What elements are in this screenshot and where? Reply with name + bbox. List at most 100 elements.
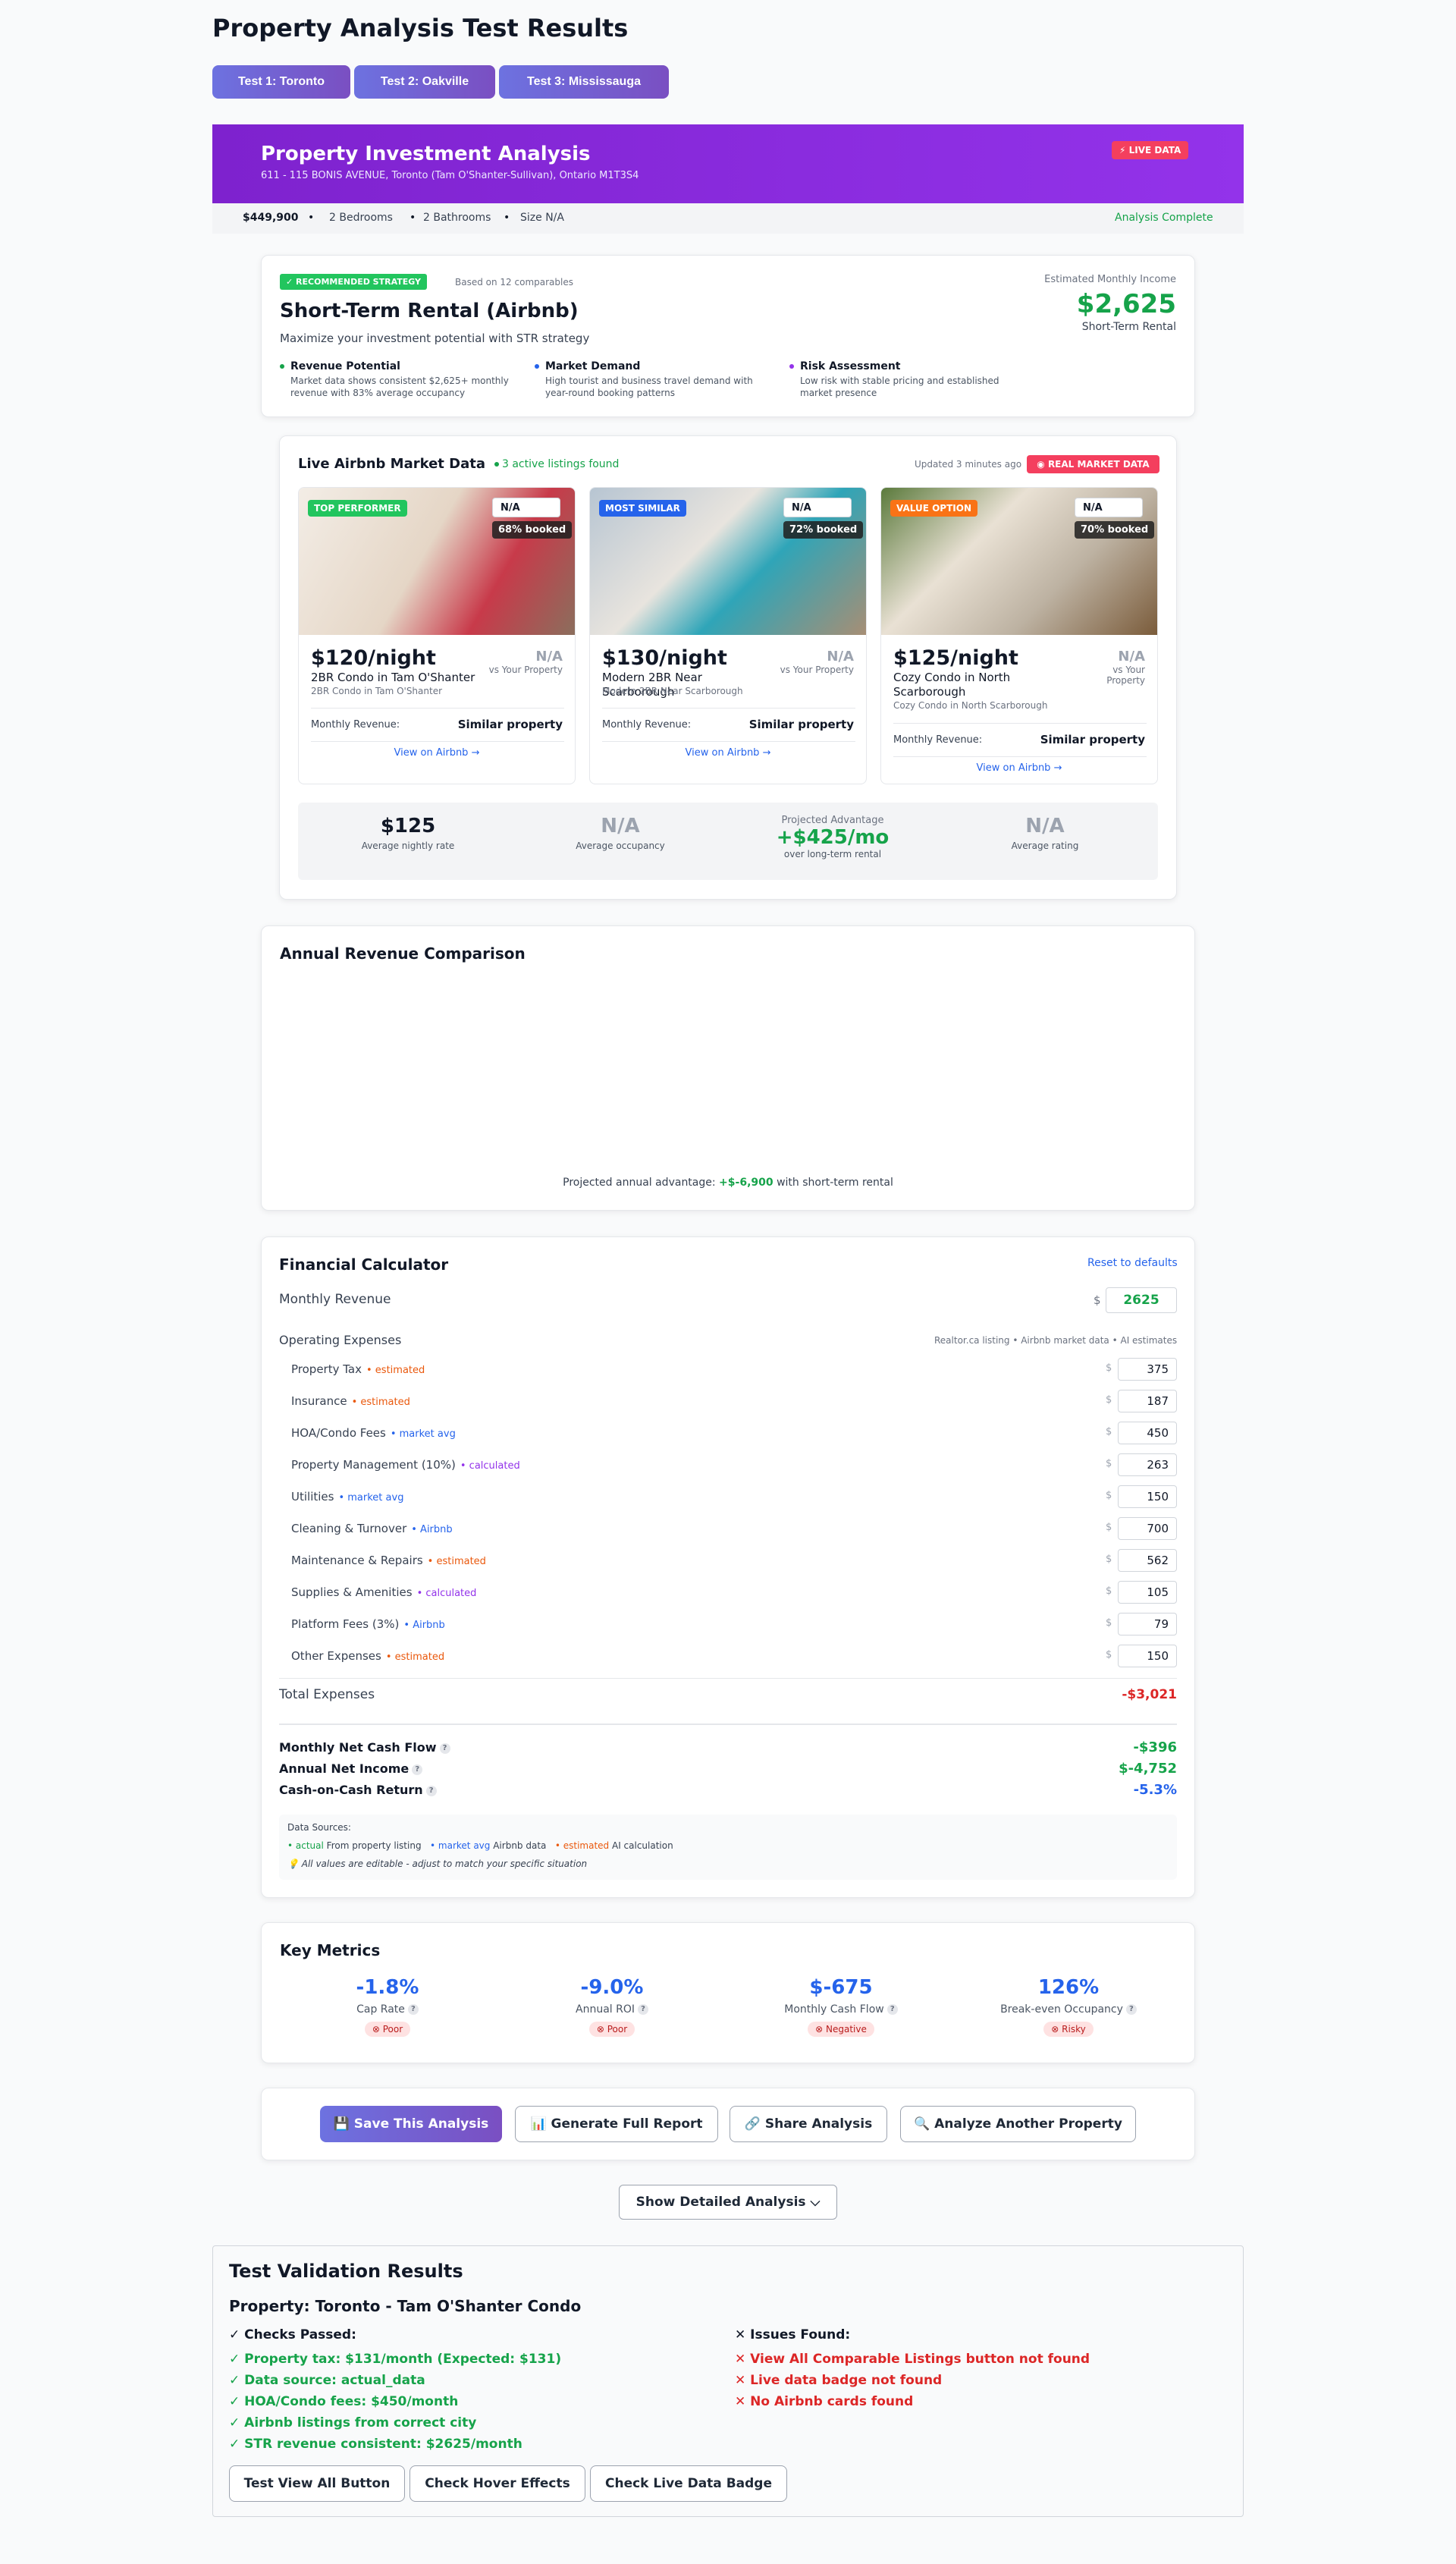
help-icon[interactable]: ? [638,2004,648,2015]
expense-row: Property Management (10%) • calculated $ [291,1453,1177,1476]
income-label: Estimated Monthly Income [1044,274,1176,285]
live-data-badge: ⚡ LIVE DATA [1112,141,1189,159]
strategy-card: ✓ RECOMMENDED STRATEGY Based on 12 compa… [261,255,1195,417]
reset-defaults-link[interactable]: Reset to defaults [1087,1257,1178,1269]
listing-price: $125/night [893,646,1018,670]
checks-passed-title: ✓ Checks Passed: [229,2327,356,2342]
check-hover-button[interactable]: Check Hover Effects [410,2465,585,2502]
listing-price: $120/night [311,646,436,670]
help-icon[interactable]: ? [425,1785,437,1796]
metric-break-even: 126% Break-even Occupancy? ⊗ Risky [970,1976,1167,2037]
expense-input[interactable] [1118,1517,1177,1540]
view-on-airbnb-link[interactable]: View on Airbnb → [590,742,866,765]
expense-label: Utilities • market avg [291,1490,404,1504]
check-live-badge-button[interactable]: Check Live Data Badge [590,2465,787,2502]
summary-price: $449,900 [243,212,299,224]
metrics-title: Key Metrics [280,1941,381,1959]
status-dot-icon [494,462,499,467]
expense-input[interactable] [1118,1613,1177,1635]
expense-label: Other Expenses • estimated [291,1649,445,1663]
listing-subtitle: 2BR Condo in Tam O'Shanter [311,686,443,696]
listing-price: $130/night [602,646,727,670]
issue-item: ✕ View All Comparable Listings button no… [735,2352,1090,2367]
issue-item: ✕ No Airbnb cards found [735,2394,914,2409]
expense-label: Property Tax • estimated [291,1362,425,1376]
listing-card[interactable]: TOP PERFORMER N/A 68% booked $120/night … [298,487,576,784]
tab-test-2[interactable]: Test 2: Oakville [354,65,495,99]
expense-input[interactable] [1118,1581,1177,1604]
check-item: ✓ Property tax: $131/month (Expected: $1… [229,2352,562,2367]
view-on-airbnb-link[interactable]: View on Airbnb → [881,757,1157,780]
help-icon[interactable]: ? [1125,2004,1137,2015]
view-on-airbnb-link[interactable]: View on Airbnb → [299,742,575,765]
generate-report-button[interactable]: 📊 Generate Full Report [515,2106,718,2142]
save-analysis-button[interactable]: 💾 Save This Analysis [320,2106,502,2142]
help-icon[interactable]: ? [886,2004,898,2015]
calculator-title: Financial Calculator [279,1255,449,1274]
expense-input[interactable] [1118,1485,1177,1508]
expense-input[interactable] [1118,1422,1177,1444]
purple-dot-icon [789,364,794,369]
expense-row: Supplies & Amenities • calculated $ [291,1581,1177,1604]
recommended-badge: ✓ RECOMMENDED STRATEGY [280,274,427,290]
coc-return-label: Cash-on-Cash Return? [279,1783,437,1797]
listing-title: 2BR Condo in Tam O'Shanter [311,671,475,684]
banner-title: Property Investment Analysis [261,143,591,165]
listing-vs: N/A vs Your Property [780,649,854,675]
property-summary-bar: $449,900 • 2 Bedrooms • 2 Bathrooms • Si… [212,203,1244,234]
test-view-all-button[interactable]: Test View All Button [229,2465,405,2502]
expense-row: Insurance • estimated $ [291,1390,1177,1412]
analyze-another-button[interactable]: 🔍 Analyze Another Property [900,2106,1136,2142]
summary-size: Size N/A [520,212,564,224]
coc-return-value: -5.3% [1133,1782,1177,1798]
expense-input[interactable] [1118,1453,1177,1476]
green-dot-icon [280,364,284,369]
total-expenses-value: -$3,021 [1122,1687,1177,1702]
help-icon[interactable]: ? [412,1764,423,1775]
projected-advantage: +$425/mo [776,826,890,849]
expense-row: Cleaning & Turnover • Airbnb $ [291,1517,1177,1540]
expense-label: Cleaning & Turnover • Airbnb [291,1522,453,1535]
summary-bathrooms: 2 Bathrooms [423,212,491,224]
help-icon[interactable]: ? [407,2004,419,2015]
expense-row: Other Expenses • estimated $ [291,1645,1177,1667]
opex-label: Operating Expenses [279,1333,402,1347]
monthly-revenue-input[interactable] [1106,1287,1177,1313]
expense-label: Property Management (10%) • calculated [291,1458,520,1472]
tab-test-3[interactable]: Test 3: Mississauga [499,65,669,99]
show-detailed-button[interactable]: Show Detailed Analysis ⌵ [619,2185,837,2220]
metric-annual-roi: -9.0% Annual ROI? ⊗ Poor [513,1976,711,2037]
expense-input[interactable] [1118,1645,1177,1667]
monthly-revenue-label: Monthly Revenue: [602,719,692,731]
income-value: $2,625 [1076,289,1176,319]
expense-row: Platform Fees (3%) • Airbnb $ [291,1613,1177,1635]
active-listings: 3 active listings found [494,458,619,470]
banner-address: 611 - 115 BONIS AVENUE, Toronto (Tam O'S… [261,170,639,181]
expense-row: Maintenance & Repairs • estimated $ [291,1549,1177,1572]
expense-label: HOA/Condo Fees • market avg [291,1426,456,1440]
opex-sources: Realtor.ca listing • Airbnb market data … [934,1335,1178,1346]
help-icon[interactable]: ? [439,1742,450,1754]
revenue-footer: Projected annual advantage: +$-6,900 wit… [563,1177,893,1189]
expense-row: Utilities • market avg $ [291,1485,1177,1508]
expense-input[interactable] [1118,1549,1177,1572]
listing-badge: VALUE OPTION [890,500,977,517]
expense-row: HOA/Condo Fees • market avg $ [291,1422,1177,1444]
strategy-point-risk: Risk Assessment Low risk with stable pri… [789,360,1032,399]
monthly-revenue-label: Monthly Revenue: [893,734,983,746]
strategy-subtitle: Maximize your investment potential with … [280,331,590,345]
market-title: Live Airbnb Market Data [298,456,486,472]
strategy-point-demand: Market Demand High tourist and business … [535,360,777,399]
listing-card[interactable]: MOST SIMILAR N/A 72% booked $130/night M… [589,487,867,784]
data-sources-box: Data Sources: • actual From property lis… [279,1815,1177,1880]
expense-label: Insurance • estimated [291,1394,410,1408]
updated-time: Updated 3 minutes ago [915,459,1022,470]
tab-test-1[interactable]: Test 1: Toronto [212,65,350,99]
expense-input[interactable] [1118,1358,1177,1381]
share-analysis-button[interactable]: 🔗 Share Analysis [730,2106,887,2142]
expense-input[interactable] [1118,1390,1177,1412]
avg-rating: N/A [1025,815,1065,837]
listing-vs: N/A vs Your Property [1106,649,1145,686]
analysis-banner: Property Investment Analysis 611 - 115 B… [212,124,1244,203]
listing-card[interactable]: VALUE OPTION N/A 70% booked $125/night C… [880,487,1158,784]
